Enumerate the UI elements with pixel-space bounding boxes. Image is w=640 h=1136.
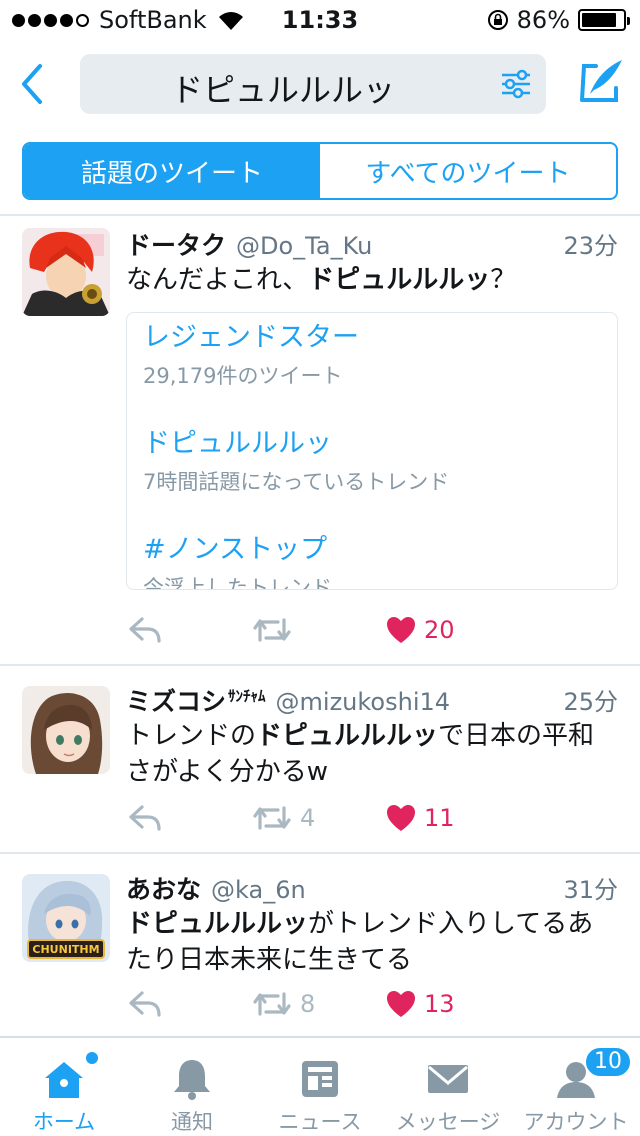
like-button[interactable]: 20 [386,610,455,650]
status-bar: SoftBank 11:33 86% [0,0,640,40]
tweet-actions: 8 13 [126,984,586,1024]
reply-icon [129,617,161,643]
like-button[interactable]: 11 [386,798,455,838]
user-handle[interactable]: @Do_Ta_Ku [236,232,372,260]
trend-item: レジェンドスター 29,179件のツイート [143,322,359,388]
home-icon [45,1062,83,1098]
reply-button[interactable] [128,798,162,838]
avatar[interactable] [22,686,110,774]
retweet-count: 8 [300,990,316,1018]
like-count: 13 [424,990,455,1018]
divider [0,214,640,216]
segment-top-tweets[interactable]: 話題のツイート [24,144,320,198]
battery-icon [578,9,630,31]
avatar[interactable] [22,228,110,316]
tweet-time: 31分 [563,876,618,904]
bell-icon [174,1060,210,1100]
search-term-highlight: ドピュルルルッ [308,265,491,295]
news-icon [302,1061,338,1097]
tweet-actions: 20 [126,610,586,650]
envelope-icon [428,1065,468,1093]
display-name[interactable]: ミズコシ ｻﾝﾁｬﾑ [126,687,266,716]
battery-percent: 86% [516,6,570,34]
tweet[interactable]: ミズコシ ｻﾝﾁｬﾑ @mizukoshi14 25分 トレンドのドピュルルルッで日… [0,682,640,850]
like-count: 11 [424,804,455,832]
trend-item: #ノンストップ 今浮上したトレンド [143,534,332,590]
tweet-header: ミズコシ ｻﾝﾁｬﾑ @mizukoshi14 25分 [126,682,618,718]
like-button[interactable]: 13 [386,984,455,1024]
tweet-text: なんだよこれ、ドピュルルルッ？ [126,265,517,295]
avatar[interactable]: CHUNITHM [22,874,110,962]
tab-messages[interactable]: メッセージ [384,1038,512,1136]
tweet-filter-segmented: 話題のツイート すべてのツイート [22,142,618,200]
tweet-text: トレンドのドピュルルルッで日本の平和さがよく分かるw [126,721,595,787]
bottom-tab-bar: ホーム 通知 ニュース メッセージ 10 アカウント [0,1036,640,1136]
new-content-dot [86,1052,98,1064]
svg-text:CHUNITHM: CHUNITHM [32,943,99,956]
compose-feather-icon[interactable] [576,56,626,106]
tab-notifications[interactable]: 通知 [128,1038,256,1136]
orientation-lock-icon [487,10,508,30]
tweet[interactable]: CHUNITHM あおな @ka_6n 31分 ドピュルルルッがトレンド入りしてる… [0,870,640,1036]
segment-all-tweets[interactable]: すべてのツイート [320,144,616,198]
tweet-header: あおな @ka_6n 31分 [126,870,618,906]
divider [0,852,640,854]
sliders-icon[interactable] [500,68,532,100]
embedded-image-card[interactable]: レジェンドスター 29,179件のツイート ドピュルルルッ 7時間話題になってい… [126,312,618,590]
retweet-icon [253,806,291,830]
tweet-time: 25分 [563,688,618,716]
tweet-header: ドータク @Do_Ta_Ku 23分 [126,226,618,262]
divider [0,664,640,666]
tab-news[interactable]: ニュース [256,1038,384,1136]
display-name[interactable]: あおな [126,875,201,904]
retweet-button[interactable]: 4 [252,798,315,838]
retweet-icon [253,992,291,1016]
tab-account[interactable]: 10 アカウント [512,1038,640,1136]
chevron-left-icon[interactable] [14,60,50,108]
search-field[interactable]: ドピュルルルッ [80,54,546,114]
reply-icon [129,805,161,831]
display-name[interactable]: ドータク [126,231,226,260]
retweet-icon [253,618,291,642]
heart-icon [387,991,415,1017]
like-count: 20 [424,616,455,644]
tweet-time: 23分 [563,232,618,260]
user-handle[interactable]: @ka_6n [211,876,306,904]
reply-icon [129,991,161,1017]
retweet-button[interactable] [252,610,300,650]
tab-home[interactable]: ホーム [0,1038,128,1136]
user-handle[interactable]: @mizukoshi14 [276,688,451,716]
search-header: ドピュルルルッ [0,40,640,128]
trend-item: ドピュルルルッ 7時間話題になっているトレンド [143,428,450,494]
heart-icon [387,617,415,643]
search-term-highlight: ドピュルルルッ [126,909,309,939]
tweet[interactable]: ドータク @Do_Ta_Ku 23分 なんだよこれ、ドピュルルルッ？ レジェンドス… [0,226,640,664]
tweet-actions: 4 11 [126,798,586,838]
reply-button[interactable] [128,610,162,650]
search-query[interactable]: ドピュルルルッ [80,65,486,111]
account-badge: 10 [584,1046,632,1078]
search-term-highlight: ドピュルルルッ [256,721,439,751]
retweet-count: 4 [300,804,316,832]
reply-button[interactable] [128,984,162,1024]
tweet-text: ドピュルルルッがトレンド入りしてるあたり日本未来に生きてる [126,909,594,975]
retweet-button[interactable]: 8 [252,984,315,1024]
heart-icon [387,805,415,831]
